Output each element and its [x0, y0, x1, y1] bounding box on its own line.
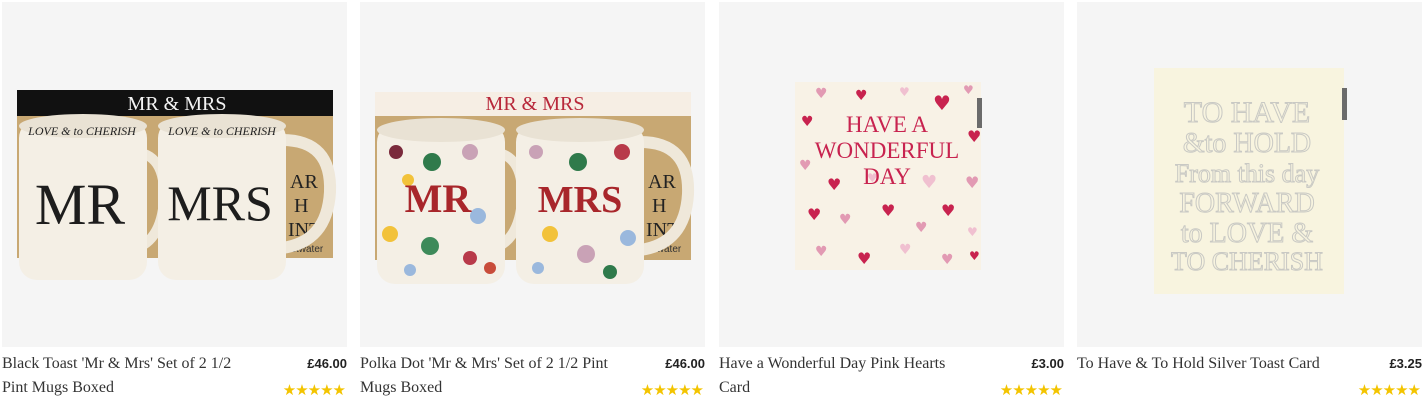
product-image[interactable]: MR & MRS AR H INT stwater LOVE & to CHER…	[2, 2, 347, 347]
rating-stars: ★★★★★	[1357, 381, 1421, 399]
product-card[interactable]: MR & MRS AR H INT stwater MR MRS Polka D…	[360, 0, 705, 406]
product-price: £3.25	[1389, 356, 1422, 371]
svg-text:♥: ♥	[815, 244, 828, 260]
product-card[interactable]: TO HAVE &to HOLD From this day FORWARD t…	[1077, 0, 1422, 406]
card-text-line: WONDERFUL	[815, 138, 959, 163]
svg-text:♥: ♥	[967, 225, 978, 239]
product-name[interactable]: Have a Wonderful Day Pink Hearts Card	[719, 352, 969, 399]
product-image[interactable]: MR & MRS AR H INT stwater MR MRS	[360, 2, 705, 347]
product-name[interactable]: Polka Dot 'Mr & Mrs' Set of 2 1/2 Pint M…	[360, 352, 610, 399]
mug-rim-text: LOVE & to CHERISH	[167, 124, 277, 138]
rating-stars: ★★★★★	[640, 381, 704, 399]
product-grid: MR & MRS AR H INT stwater LOVE & to CHER…	[0, 0, 1424, 406]
mug-label-mrs: MRS	[167, 175, 273, 231]
mug-rim-text: LOVE & to CHERISH	[27, 124, 137, 138]
svg-text:♥: ♥	[855, 88, 868, 104]
card-text-line: HAVE A	[846, 112, 928, 137]
svg-text:♥: ♥	[899, 242, 912, 258]
svg-text:♥: ♥	[881, 201, 895, 220]
card-text-line: FORWARD	[1179, 188, 1314, 219]
svg-text:♥: ♥	[799, 158, 812, 174]
rating-stars: ★★★★★	[282, 381, 346, 399]
svg-text:♥: ♥	[915, 220, 928, 236]
product-price: £3.00	[1031, 356, 1064, 371]
mug-label-mrs: MRS	[538, 179, 622, 221]
mug-label-mr: MR	[35, 172, 126, 237]
svg-text:♥: ♥	[899, 85, 910, 99]
card-text-line: From this day	[1175, 159, 1319, 188]
box-side-text: AR	[290, 171, 318, 193]
svg-text:♥: ♥	[839, 212, 852, 228]
mug-label-mr: MR	[405, 176, 473, 221]
product-image[interactable]: ♥ ♥ ♥ ♥ ♥ ♥ ♥ ♥ ♥ ♥ ♥ ♥ ♥ ♥ ♥ ♥ ♥ ♥ ♥ ♥ …	[719, 2, 1064, 347]
box-lid-text: MR & MRS	[486, 93, 585, 115]
product-image[interactable]: TO HAVE &to HOLD From this day FORWARD t…	[1077, 2, 1422, 347]
card-text-line: TO HAVE	[1184, 96, 1310, 129]
svg-text:♥: ♥	[969, 249, 980, 263]
box-side-text: AR	[648, 171, 676, 193]
box-side-text: H	[294, 195, 308, 217]
product-price: £46.00	[665, 356, 705, 371]
svg-text:♥: ♥	[801, 114, 814, 130]
svg-text:♥: ♥	[941, 201, 955, 220]
svg-text:♥: ♥	[857, 249, 871, 268]
svg-text:♥: ♥	[963, 83, 974, 97]
box-lid-text: MR & MRS	[128, 93, 227, 115]
product-card[interactable]: MR & MRS AR H INT stwater LOVE & to CHER…	[2, 0, 347, 406]
svg-text:♥: ♥	[807, 205, 821, 224]
svg-text:♥: ♥	[921, 172, 937, 193]
svg-text:♥: ♥	[967, 127, 981, 146]
svg-text:♥: ♥	[827, 175, 841, 194]
card-text-line: &to HOLD	[1183, 128, 1311, 159]
card-text-line: TO CHERISH	[1171, 247, 1323, 276]
product-card[interactable]: ♥ ♥ ♥ ♥ ♥ ♥ ♥ ♥ ♥ ♥ ♥ ♥ ♥ ♥ ♥ ♥ ♥ ♥ ♥ ♥ …	[719, 0, 1064, 406]
product-name[interactable]: To Have & To Hold Silver Toast Card	[1077, 352, 1327, 376]
svg-text:♥: ♥	[815, 86, 828, 102]
svg-text:♥: ♥	[941, 252, 954, 268]
svg-text:♥: ♥	[933, 91, 951, 115]
card-text-line: to LOVE &	[1181, 218, 1313, 249]
box-side-text: H	[652, 195, 666, 217]
product-price: £46.00	[307, 356, 347, 371]
card-text-line: DAY	[863, 164, 911, 189]
rating-stars: ★★★★★	[999, 381, 1063, 399]
product-name[interactable]: Black Toast 'Mr & Mrs' Set of 2 1/2 Pint…	[2, 352, 252, 399]
svg-text:♥: ♥	[965, 173, 979, 192]
